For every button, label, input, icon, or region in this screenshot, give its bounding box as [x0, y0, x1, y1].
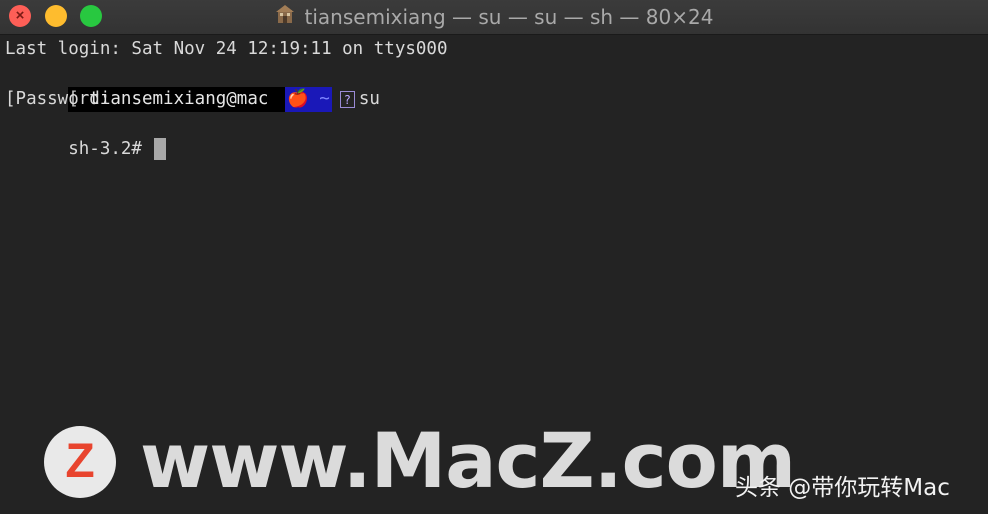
terminal-line-password: [Password:	[5, 89, 111, 109]
home-folder-icon	[275, 0, 295, 34]
window-title-area: tiansemixiang — su — su — sh — 80×24	[0, 0, 988, 34]
title-bar[interactable]: × tiansemixiang — su — su — sh — 80×24	[0, 0, 988, 35]
terminal-window: × tiansemixiang — su — su — sh — 80×24 L…	[0, 0, 988, 514]
terminal-line-root-prompt: sh-3.2#	[5, 112, 166, 160]
terminal-line-command: [ tiansemixiang@mac 🍎 ~? su	[5, 62, 380, 112]
prompt-path-highlight: 🍎 ~	[284, 87, 332, 112]
terminal-line-last-login: Last login: Sat Nov 24 12:19:11 on ttys0…	[5, 39, 448, 59]
unknown-glyph-icon: ?	[339, 90, 355, 108]
terminal-content[interactable]: Last login: Sat Nov 24 12:19:11 on ttys0…	[0, 36, 988, 514]
text-cursor	[153, 138, 166, 160]
typed-command: su	[358, 89, 380, 109]
root-prompt: sh-3.2#	[68, 139, 142, 159]
window-title: tiansemixiang — su — su — sh — 80×24	[304, 5, 714, 29]
